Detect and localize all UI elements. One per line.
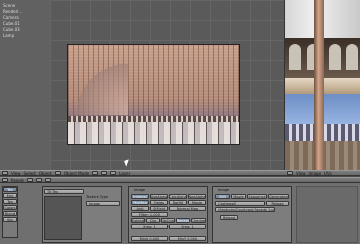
properties-panels: Tex Env Tex Colors Blend Sky TE:Tex Text… xyxy=(0,183,360,244)
editor-type-icon[interactable] xyxy=(287,171,293,175)
shading-context-icon[interactable] xyxy=(26,178,33,182)
menu-select[interactable]: Select xyxy=(24,171,36,176)
channel-button[interactable]: Colors xyxy=(3,205,17,210)
outliner-item[interactable]: Scene xyxy=(3,3,15,8)
texture-pole xyxy=(314,0,324,170)
menu-panels[interactable]: Panels xyxy=(11,178,24,183)
reload2-button[interactable]: Reload xyxy=(220,215,238,220)
texture-context-icon[interactable] xyxy=(44,178,51,182)
reload-button[interactable]: Reload xyxy=(266,201,289,206)
mode-selector[interactable]: Object Mode xyxy=(64,171,89,176)
channel-button[interactable]: Env xyxy=(3,193,17,198)
editor-type-icon[interactable] xyxy=(2,178,8,182)
arch-shape xyxy=(346,44,358,70)
outliner-item[interactable]: Lamp xyxy=(3,33,14,38)
filter-field[interactable]: Filter: 1.000 xyxy=(131,212,168,217)
channel-button[interactable]: Blend xyxy=(3,211,17,216)
image-source-tab[interactable]: Generated xyxy=(268,194,289,199)
menu-uvs[interactable]: UVs xyxy=(324,171,332,176)
miny-field[interactable]: MinY 0.000 xyxy=(169,236,206,241)
arch-shape xyxy=(329,44,341,70)
texture-detail xyxy=(68,122,239,144)
menu-view[interactable]: View xyxy=(296,171,306,176)
textured-plane[interactable] xyxy=(67,44,240,145)
empty-panel-area xyxy=(296,186,358,243)
outliner-panel: Scene Renderl... Camera Cube.01 Cube.03 … xyxy=(0,0,51,170)
menu-image[interactable]: Image xyxy=(309,171,322,176)
editor-type-icon[interactable] xyxy=(2,171,8,175)
image-path-field[interactable]: //textures/Courtyard Facade 1.png xyxy=(215,207,275,212)
menu-view[interactable]: View xyxy=(11,171,21,176)
texture-type-select[interactable]: Image xyxy=(86,201,120,206)
image-option-button[interactable]: Movie xyxy=(188,200,206,205)
channel-button[interactable]: Tex xyxy=(3,187,17,192)
outliner-item[interactable]: Camera xyxy=(3,15,19,20)
viewport-header: View Select Object Object Mode Layer xyxy=(0,170,285,176)
image-name-field[interactable]: Castlewall xyxy=(215,201,265,206)
outliner-item[interactable]: Cube.01 xyxy=(3,21,20,26)
texture-detail xyxy=(68,55,128,115)
shading-icon[interactable] xyxy=(92,171,99,175)
image-source-tab[interactable]: Sequence xyxy=(247,194,267,199)
image-option-button[interactable]: UseAlpha xyxy=(150,194,168,199)
minx-field[interactable]: MinX 0.000 xyxy=(131,236,168,241)
image-tab-label[interactable]: Image xyxy=(134,188,145,192)
xrep-field[interactable]: Xrep: 1 xyxy=(131,224,168,229)
image-option-button[interactable]: Rot90 xyxy=(169,200,187,205)
menu-object[interactable]: Object xyxy=(39,171,52,176)
pivot-icon[interactable] xyxy=(101,171,108,175)
image-source-tab[interactable]: Still xyxy=(215,194,230,199)
image-option-button[interactable]: StField xyxy=(150,206,168,211)
layer-label: Layer xyxy=(119,170,131,176)
channel-button[interactable]: Sky xyxy=(3,217,17,222)
image-option-button[interactable]: NegAlpha xyxy=(188,194,206,199)
extend-option[interactable]: Repeat xyxy=(176,218,190,223)
image-option-button[interactable]: CalcAlpha xyxy=(169,194,187,199)
outliner-item[interactable]: Renderl... xyxy=(3,9,22,14)
texture-type-label: Texture Type xyxy=(86,195,108,199)
image-editor-header: View Image UVs xyxy=(285,170,360,176)
object-context-icon[interactable] xyxy=(35,178,42,182)
image-panel-title: Image xyxy=(218,188,229,192)
manipulator-icon[interactable] xyxy=(110,171,117,175)
mode-icon[interactable] xyxy=(54,171,61,175)
yrep-field[interactable]: Yrep: 1 xyxy=(169,224,206,229)
channel-button[interactable]: Tex xyxy=(3,199,17,204)
extend-option[interactable]: Clip xyxy=(146,218,160,223)
image-source-tab[interactable]: Movie xyxy=(231,194,246,199)
texture-name-field[interactable]: TE:Tex xyxy=(44,189,84,194)
texture-preview xyxy=(44,196,82,240)
image-option-button[interactable]: Anti xyxy=(131,206,149,211)
image-option-button[interactable]: Normal Map xyxy=(169,206,206,211)
image-option-button[interactable]: MipMap xyxy=(131,200,149,205)
extend-option[interactable]: ClipCube xyxy=(161,218,175,223)
extend-option[interactable]: Extend xyxy=(131,218,145,223)
extend-option[interactable]: Checker xyxy=(191,218,206,223)
image-option-button[interactable]: Interpol xyxy=(131,194,149,199)
outliner-item[interactable]: Cube.03 xyxy=(3,27,20,32)
arch-shape xyxy=(289,44,301,70)
image-option-button[interactable]: Fields xyxy=(150,200,168,205)
